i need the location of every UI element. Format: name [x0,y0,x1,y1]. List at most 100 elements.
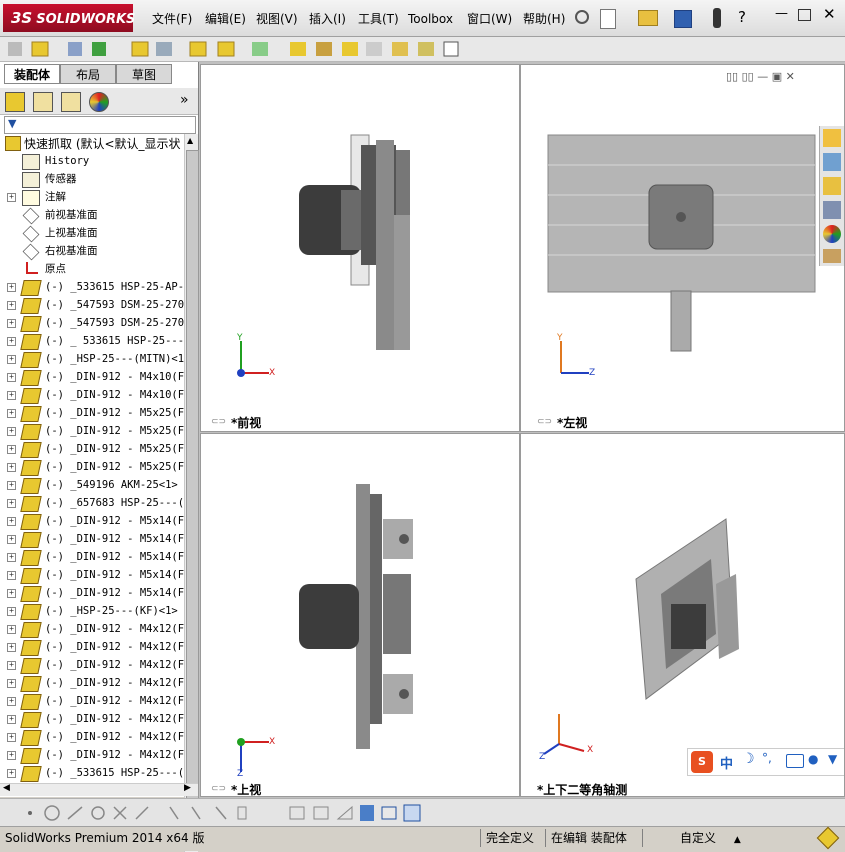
tree-scrollbar[interactable]: ▲ ▼ [184,134,199,852]
expand-panel-icon[interactable]: » [180,92,189,108]
expand-toggle-icon[interactable]: + [7,643,16,652]
tree-item[interactable]: + (-) _HSP-25---(KF)<1> ( [0,602,184,620]
minimize-window-icon[interactable]: — [775,6,788,21]
expand-toggle-icon[interactable]: + [7,481,16,490]
view-link-icon[interactable]: ⊂⊃ [211,417,226,427]
expand-toggle-icon[interactable]: + [7,697,16,706]
expand-toggle-icon[interactable]: + [7,445,16,454]
tree-item[interactable]: + (-) _HSP-25---(MITN)<1> [0,350,184,368]
view-palette-icon[interactable] [823,201,841,219]
menu-tools[interactable]: 工具(T) [358,10,399,28]
ime-mode-label[interactable]: 中 [720,753,733,772]
tree-item[interactable]: + 注解 [0,188,184,206]
keyboard-icon[interactable] [786,754,804,768]
expand-toggle-icon[interactable]: + [7,715,16,724]
viewport-isometric[interactable]: X Z *上下二等角轴测 S 中 ☽ °, ● ▼ [520,433,845,797]
tree-item[interactable]: + (-) _DIN-912 - M4x12(F) [0,728,184,746]
tree-item[interactable]: + (-) _DIN-912 - M4x12(F) [0,620,184,638]
solidworks-logo[interactable]: 3S SOLIDWORKS [3,4,135,32]
tree-item[interactable]: + (-) _DIN-912 - M5x14(F) [0,584,184,602]
tree-item[interactable]: + (-) _DIN-912 - M4x10(F) [0,386,184,404]
tree-item[interactable]: + (-) _549196 AKM-25<1> ( [0,476,184,494]
expand-toggle-icon[interactable]: + [7,499,16,508]
tree-item[interactable]: + (-) _657683 HSP-25---(U [0,494,184,512]
tree-item[interactable]: 前视基准面 [0,206,184,225]
moon-icon[interactable]: ☽ [742,751,755,767]
tree-item[interactable]: + (-) _DIN-912 - M5x14(F) [0,512,184,530]
tree-item[interactable]: + (-) _533615 HSP-25-AP-- [0,278,184,296]
view-link-icon[interactable]: ⊂⊃ [211,784,226,794]
tree-item[interactable]: + (-) _DIN-912 - M4x12(F) [0,692,184,710]
tree-item[interactable]: History [0,152,184,170]
tree-item[interactable]: + (-) _DIN-912 - M5x25(F) [0,440,184,458]
traffic-light-icon[interactable] [713,8,721,28]
design-library-icon[interactable] [823,153,841,171]
tree-item[interactable]: + (-) _DIN-912 - M5x25(F) [0,422,184,440]
expand-toggle-icon[interactable]: + [7,355,16,364]
display-manager-icon[interactable] [89,92,109,112]
expand-toggle-icon[interactable]: + [7,391,16,400]
sketch-toolbar-icons[interactable] [20,803,430,823]
tree-item[interactable]: + (-) _DIN-912 - M5x14(F) [0,530,184,548]
tree-item[interactable]: 上视基准面 [0,224,184,243]
tree-hscrollbar[interactable]: ◀ ▶ [0,783,198,796]
tree-item[interactable]: + (-) _547593 DSM-25-270- [0,314,184,332]
tree-item[interactable]: + (-) _DIN-912 - M4x12(F) [0,746,184,764]
tree-item[interactable]: + (-) _DIN-912 - M5x25(F) [0,458,184,476]
ime-punctuation[interactable]: °, [762,751,772,765]
expand-toggle-icon[interactable]: + [7,661,16,670]
viewport-top[interactable]: X Z ⊂⊃ *上视 [200,433,520,797]
expand-toggle-icon[interactable]: + [7,301,16,310]
menu-help[interactable]: 帮助(H) [523,10,565,28]
expand-toggle-icon[interactable]: + [7,535,16,544]
tab-sketch[interactable]: 草图 [116,64,172,84]
expand-toggle-icon[interactable]: + [7,517,16,526]
tab-layout[interactable]: 布局 [60,64,116,84]
expand-toggle-icon[interactable]: + [7,373,16,382]
open-folder-icon[interactable] [638,10,658,26]
tree-item[interactable]: + (-) _DIN-912 - M5x14(F) [0,548,184,566]
expand-toggle-icon[interactable]: + [7,193,16,202]
expand-toggle-icon[interactable]: + [7,409,16,418]
menu-insert[interactable]: 插入(I) [309,10,346,28]
appearances-icon[interactable] [823,225,841,243]
tree-item[interactable]: + (-) _DIN-912 - M5x14(F) [0,566,184,584]
expand-toggle-icon[interactable]: + [7,625,16,634]
expand-toggle-icon[interactable]: + [7,769,16,778]
expand-toggle-icon[interactable]: + [7,463,16,472]
expand-toggle-icon[interactable]: + [7,589,16,598]
scroll-left-icon[interactable]: ◀ [3,783,10,793]
viewport-front[interactable]: Y X ⊂⊃ *前视 [200,64,520,432]
viewport-left[interactable]: ▯▯ ▯▯ — ▣ ✕ Y Z ⊂⊃ *左视 [520,64,845,432]
save-icon[interactable] [674,10,692,28]
user-icon[interactable]: ● [808,752,818,766]
menu-window[interactable]: 窗口(W) [467,10,512,28]
tree-item[interactable]: + (-) _DIN-912 - M4x10(F) [0,368,184,386]
custom-properties-icon[interactable] [823,249,841,263]
tree-item[interactable]: + (-) _DIN-912 - M5x25(F) [0,404,184,422]
expand-toggle-icon[interactable]: + [7,319,16,328]
expand-toggle-icon[interactable]: + [7,571,16,580]
tree-item[interactable]: + (-) _DIN-912 - M4x12(F) [0,638,184,656]
tree-item[interactable]: + (-) _DIN-912 - M4x12(F) [0,656,184,674]
file-explorer-icon[interactable] [823,177,841,195]
expand-toggle-icon[interactable]: + [7,733,16,742]
ime-toolbar[interactable]: S 中 ☽ °, ● ▼ [687,748,844,776]
tree-root[interactable]: 快速抓取 (默认<默认_显示状 [0,134,184,152]
menu-toolbox[interactable]: Toolbox [408,10,453,28]
expand-toggle-icon[interactable]: + [7,553,16,562]
menu-file[interactable]: 文件(F) [152,10,192,28]
tree-item[interactable]: 原点 [0,260,184,278]
tab-assembly[interactable]: 装配体 [4,64,60,84]
expand-toggle-icon[interactable]: + [7,679,16,688]
menu-edit[interactable]: 编辑(E) [205,10,246,28]
tree-item[interactable]: 右视基准面 [0,242,184,261]
expand-toggle-icon[interactable]: + [7,283,16,292]
tree-item[interactable]: 传感器 [0,170,184,188]
view-link-icon[interactable]: ⊂⊃ [537,417,552,427]
expand-toggle-icon[interactable]: + [7,337,16,346]
menu-view[interactable]: 视图(V) [256,10,298,28]
pin-icon[interactable] [575,10,589,24]
tree-item[interactable]: + (-) _547593 DSM-25-270- [0,296,184,314]
feature-manager-icon[interactable] [5,92,25,112]
